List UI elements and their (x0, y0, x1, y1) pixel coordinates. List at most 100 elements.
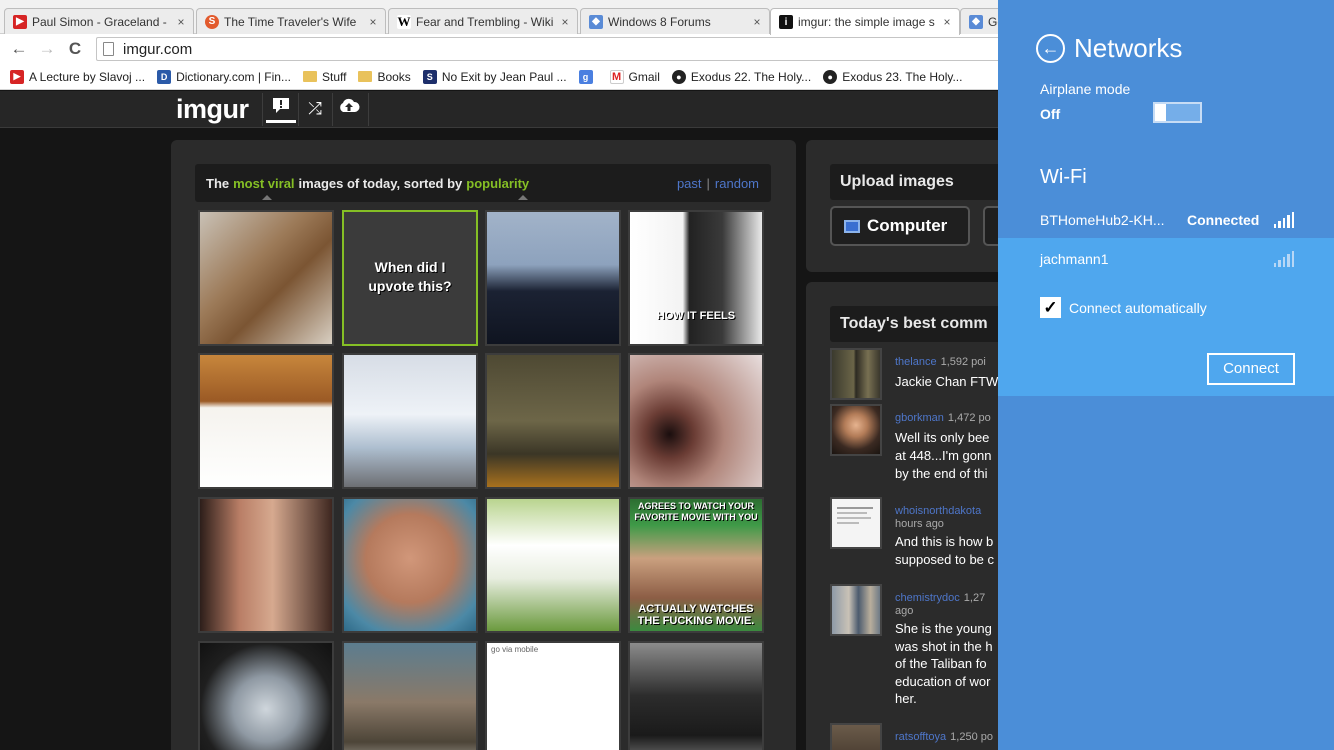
thumb-stingray[interactable] (198, 641, 334, 750)
comment-text: She is the young (895, 621, 992, 636)
tab-strip: ▶ Paul Simon - Graceland - × S The Time … (0, 0, 998, 35)
sort-text: The (206, 175, 230, 191)
comment-thumbnail[interactable] (830, 497, 882, 549)
close-icon[interactable]: × (175, 15, 187, 29)
screen: ▶ Paul Simon - Graceland - × S The Time … (0, 0, 1334, 750)
comment-meta: gborkman 1,472 po (895, 412, 998, 424)
comment-time: hours ago (895, 518, 944, 530)
comment-thumbnail[interactable] (830, 348, 882, 400)
sort-popularity-link[interactable]: popularity (466, 176, 529, 191)
comment-points: 1,250 po (950, 731, 993, 743)
thumb-computer-case[interactable]: HOW IT FEELS (628, 210, 764, 346)
tab-label: Paul Simon - Graceland - (32, 14, 167, 29)
comment-thumbnail[interactable] (830, 584, 882, 636)
comment-points: 1,472 po (947, 412, 991, 424)
thumb-cat-bee[interactable] (628, 641, 764, 750)
upload-title: Upload images (830, 164, 998, 200)
back-button[interactable]: ← (8, 38, 30, 60)
upload-computer-button[interactable]: Computer (830, 206, 970, 246)
caret-icon (262, 195, 272, 200)
bookmark-label: Stuff (321, 69, 347, 84)
bookmark-google[interactable]: g (578, 69, 598, 84)
thumb-dogs[interactable] (485, 497, 621, 633)
past-link[interactable]: past (677, 176, 702, 191)
bookmark-label: No Exit by Jean Paul ... (441, 69, 567, 84)
thumb-boots[interactable] (198, 210, 334, 346)
toggle-knob[interactable] (1155, 104, 1166, 121)
tab-imgur[interactable]: i imgur: the simple image s × (770, 8, 960, 35)
back-arrow-icon[interactable]: ← (1036, 34, 1065, 63)
comment-time: ago (895, 605, 914, 617)
thumb-frozen-tree[interactable] (342, 353, 478, 489)
random-link[interactable]: random (715, 176, 759, 191)
imgur-logo[interactable]: imgur (176, 94, 249, 125)
reload-button[interactable]: C (64, 38, 86, 60)
bookmark-gmail[interactable]: M Gmail (609, 69, 660, 84)
comment-meta: whoisnorthdakota (895, 505, 998, 517)
bookmark-lecture[interactable]: ▶ A Lecture by Slavoj ... (10, 69, 145, 84)
tab-fear-trembling[interactable]: W Fear and Trembling - Wiki × (388, 8, 578, 34)
airplane-mode-toggle[interactable] (1153, 102, 1202, 123)
divider (262, 93, 263, 126)
bookmark-no-exit[interactable]: S No Exit by Jean Paul ... (422, 69, 567, 84)
bookmark-exodus-23[interactable]: ● Exodus 23. The Holy... (823, 69, 962, 84)
address-bar[interactable]: imgur.com (96, 37, 998, 61)
upload-cloud-icon[interactable] (334, 97, 364, 123)
thumb-boy-pipe[interactable] (485, 210, 621, 346)
connect-button[interactable]: Connect (1207, 353, 1295, 385)
comment-username[interactable]: ratsofftoya (895, 731, 946, 743)
close-icon[interactable]: × (559, 15, 571, 29)
bookmark-dictionary[interactable]: D Dictionary.com | Fin... (157, 69, 291, 84)
bookmark-stuff[interactable]: Stuff (302, 69, 347, 84)
network-bthomehub[interactable]: BTHomeHub2-KH... Connected (998, 200, 1334, 238)
tab-partial[interactable]: ◆ Ge (960, 8, 998, 34)
tab-label: The Time Traveler's Wife (224, 14, 357, 29)
youtube-icon: ▶ (13, 14, 27, 29)
bookmark-site-icon: S (422, 69, 437, 84)
forward-button[interactable]: → (36, 38, 58, 60)
thumb-monkey[interactable] (628, 353, 764, 489)
comment-username[interactable]: chemistrydoc (895, 592, 960, 604)
comment-username[interactable]: thelance (895, 356, 937, 368)
bookmark-exodus-22[interactable]: ● Exodus 22. The Holy... (671, 69, 811, 84)
close-icon[interactable]: × (367, 15, 379, 29)
tab-time-traveler[interactable]: S The Time Traveler's Wife × (196, 8, 386, 34)
thumb-journal-text[interactable]: go via mobile (485, 641, 621, 750)
bookmark-books[interactable]: Books (358, 70, 411, 84)
comments-title: Today's best comm (830, 306, 998, 342)
comment-username[interactable]: gborkman (895, 412, 944, 424)
separator: | (706, 175, 710, 191)
airplane-mode-label: Airplane mode (1040, 81, 1131, 97)
sort-text: images of today, sorted by (298, 175, 463, 191)
connect-automatically-label: Connect automatically (1069, 300, 1207, 316)
comment-thumbnail[interactable] (830, 723, 882, 750)
thumb-good-guy-greg[interactable]: AGREES TO WATCH YOUR FAVORITE MOVIE WITH… (628, 497, 764, 633)
comment-text: And this is how b (895, 534, 994, 549)
button-label: Computer (867, 216, 948, 235)
airplane-mode-state: Off (1040, 106, 1061, 122)
comment-points: 1,27 (963, 592, 986, 604)
sort-viral-link[interactable]: most viral (233, 176, 294, 191)
comment-thumbnail[interactable] (830, 404, 882, 456)
thumb-dinosaur[interactable] (342, 641, 478, 750)
globe-icon: ● (823, 69, 838, 84)
upload-url-button[interactable] (983, 206, 998, 246)
thumb-elephant-seal[interactable] (342, 497, 478, 633)
close-icon[interactable]: × (941, 15, 953, 29)
gallery-icon[interactable] (266, 97, 296, 123)
thumb-drawing-toy[interactable] (198, 353, 334, 489)
comment-username[interactable]: whoisnorthdakota (895, 505, 981, 517)
connect-automatically-checkbox[interactable]: ✓ (1040, 297, 1061, 318)
comment-meta: thelance 1,592 poi (895, 356, 998, 368)
shuffle-icon[interactable]: ⤮ (300, 97, 330, 123)
close-icon[interactable]: × (751, 15, 763, 29)
network-status: Connected (1187, 212, 1260, 228)
wikipedia-icon: W (397, 13, 411, 29)
windows8forums-icon: ◆ (969, 14, 983, 29)
thumb-old-photo[interactable] (485, 353, 621, 489)
thumbnail-caption: go via mobile (491, 645, 539, 654)
tab-graceland[interactable]: ▶ Paul Simon - Graceland - × (4, 8, 194, 34)
thumb-tattoo[interactable] (198, 497, 334, 633)
thumb-upvote-meme[interactable]: When did I upvote this? (342, 210, 478, 346)
tab-windows8-forums[interactable]: ◆ Windows 8 Forums × (580, 8, 770, 34)
